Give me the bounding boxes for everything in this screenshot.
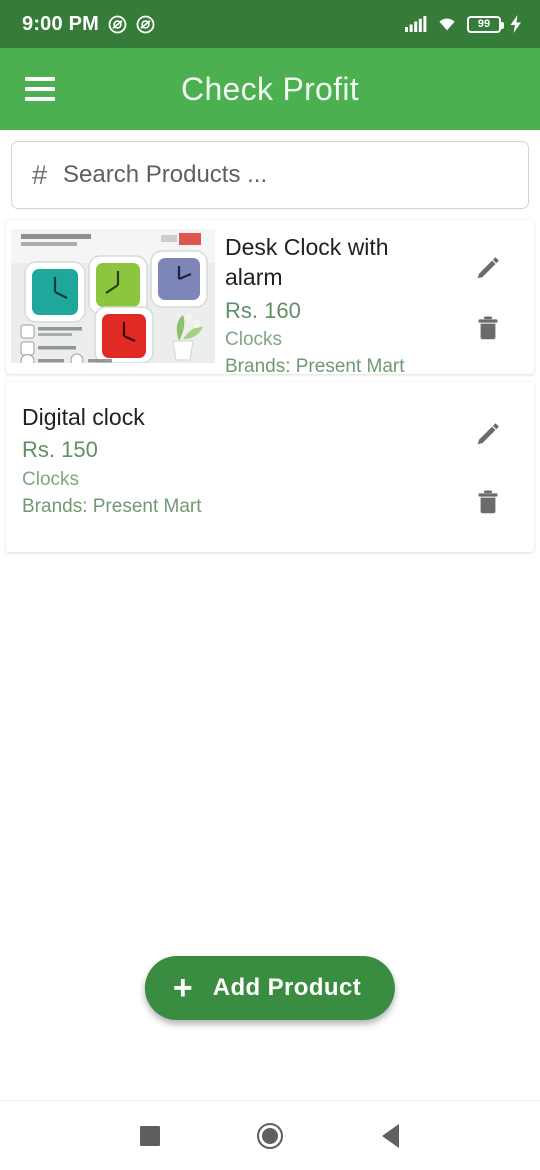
hash-icon: # <box>32 159 48 190</box>
menu-bar-1 <box>25 77 55 81</box>
product-name: Digital clock <box>22 404 145 430</box>
plus-icon: + <box>172 969 193 1007</box>
trash-icon <box>473 487 503 517</box>
nav-home-button[interactable] <box>241 1107 299 1165</box>
product-name: Desk Clock with alarm <box>225 234 389 291</box>
nav-back-button[interactable] <box>361 1107 419 1165</box>
charging-bolt-icon <box>510 15 522 33</box>
content-area: # Search Products ... Desk Clock with al… <box>0 130 540 1060</box>
home-circle-icon <box>257 1122 283 1149</box>
wifi-icon <box>436 16 458 32</box>
pencil-icon <box>473 419 503 449</box>
product-brand: Brands: Present Mart <box>225 355 405 374</box>
product-category: Clocks <box>225 329 283 351</box>
back-triangle-icon <box>381 1123 399 1148</box>
search-bar[interactable]: # <box>11 141 529 209</box>
edit-product-button[interactable] <box>462 410 514 458</box>
status-time: 9:00 PM <box>22 12 99 35</box>
product-category: Clocks <box>22 468 80 490</box>
product-price: Rs. 150 <box>22 437 98 463</box>
delete-product-button[interactable] <box>462 478 514 526</box>
product-details: Desk Clock with alarm Rs. 160 Clocks Bra… <box>215 220 442 374</box>
status-bar: 9:00 PM 99 <box>0 0 540 48</box>
menu-bar-3 <box>25 97 55 101</box>
product-list: Desk Clock with alarm Rs. 160 Clocks Bra… <box>0 220 540 552</box>
product-thumbnail <box>11 229 215 363</box>
search-input[interactable] <box>63 142 508 208</box>
trash-icon <box>473 313 503 343</box>
product-card[interactable]: Digital clock Rs. 150 Clocks Brands: Pre… <box>6 382 534 552</box>
battery-level: 99 <box>477 17 491 30</box>
add-product-button[interactable]: + Add Product <box>144 956 396 1020</box>
product-card[interactable]: Desk Clock with alarm Rs. 160 Clocks Bra… <box>6 220 534 374</box>
android-navigation-bar <box>0 1100 540 1170</box>
pencil-icon <box>473 253 503 283</box>
add-product-label: Add Product <box>212 974 362 1001</box>
recents-square-icon <box>140 1125 160 1146</box>
app-bar: Check Profit <box>0 48 540 130</box>
do-not-disturb-icon <box>108 15 127 34</box>
menu-bar-2 <box>25 87 55 91</box>
status-bar-right: 99 <box>405 15 522 33</box>
status-bar-left: 9:00 PM <box>22 13 155 36</box>
nav-recents-button[interactable] <box>121 1107 179 1165</box>
battery-indicator: 99 <box>467 15 504 33</box>
edit-product-button[interactable] <box>462 244 514 292</box>
product-actions <box>442 220 534 374</box>
notification-silenced-icon <box>136 15 155 34</box>
delete-product-button[interactable] <box>462 304 514 352</box>
cellular-signal-icon <box>405 16 427 32</box>
product-brand: Brands: Present Mart <box>22 495 202 517</box>
page-title: Check Profit <box>181 70 359 107</box>
product-price: Rs. 160 <box>225 297 301 323</box>
product-details: Digital clock Rs. 150 Clocks Brands: Pre… <box>6 382 442 519</box>
product-actions <box>442 382 534 552</box>
hamburger-menu-icon[interactable] <box>8 57 72 121</box>
